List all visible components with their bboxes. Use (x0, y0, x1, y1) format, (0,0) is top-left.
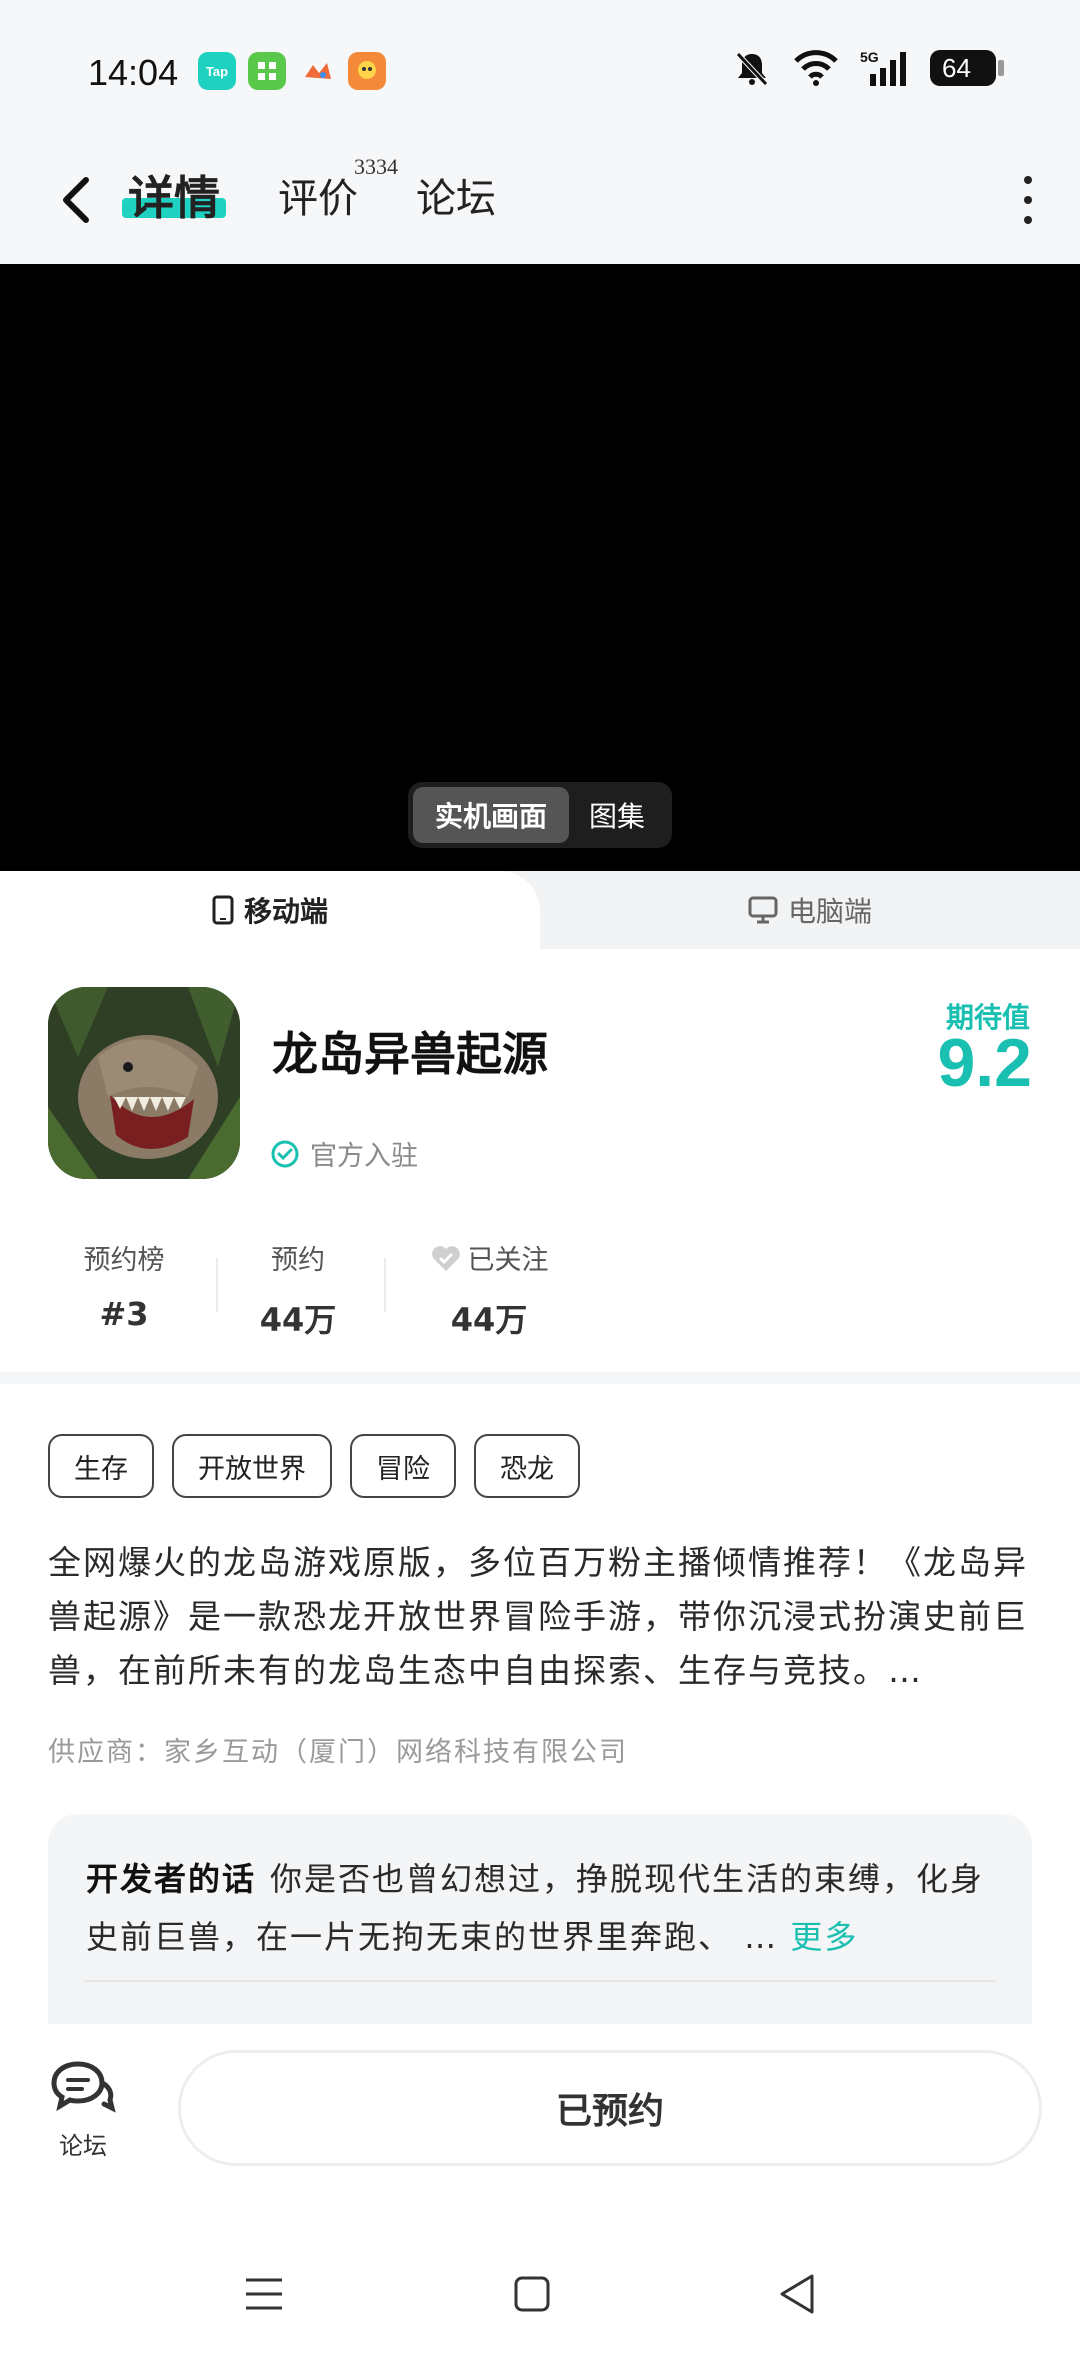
developer-note-label: 开发者的话 (86, 1860, 257, 1898)
section-separator (0, 1372, 1080, 1384)
tab-mobile[interactable]: 移动端 (0, 871, 540, 949)
game-description[interactable]: 全网爆火的龙岛游戏原版，多位百万粉主播倾情推荐！《龙岛异兽起源》是一款恐龙开放世… (48, 1536, 1038, 1698)
forum-label: 论坛 (59, 2132, 107, 2160)
stat-reserve-rank[interactable]: 预约榜 #3 (74, 1238, 174, 1333)
supplier-info: 供应商：家乡互动（厦门）网络科技有限公司 (48, 1737, 628, 1768)
game-app-icon (298, 52, 336, 90)
game-title: 龙岛异兽起源 (272, 1027, 548, 1081)
tab-mobile-label: 移动端 (243, 895, 328, 928)
back-nav-button[interactable] (768, 2264, 828, 2324)
stat-followed[interactable]: 已关注 44万 (414, 1238, 564, 1341)
menu-icon (246, 2278, 282, 2310)
signal-5g-icon: 5G (860, 49, 906, 86)
back-triangle-icon (780, 2274, 814, 2314)
platform-tabs: 移动端 电脑端 (0, 871, 1080, 949)
more-options-button[interactable] (1016, 170, 1040, 230)
tag-list: 生存 开放世界 冒险 恐龙 (48, 1434, 580, 1498)
developer-note-card[interactable]: 开发者的话 你是否也曾幻想过，挣脱现代生活的束缚，化身史前巨兽，在一片无拘无束的世… (48, 1814, 1032, 2024)
stat-label: 预约 (271, 1245, 325, 1276)
tab-pc[interactable]: 电脑端 (540, 871, 1080, 949)
tag-survival[interactable]: 生存 (48, 1434, 154, 1498)
status-indicators: 5G 64 (732, 48, 1004, 88)
points-app-icon (348, 52, 386, 90)
status-app-icons: Tap (198, 52, 386, 90)
game-icon[interactable] (48, 987, 240, 1179)
home-square-icon (514, 2276, 550, 2312)
mute-bell-icon (736, 52, 768, 86)
forum-button[interactable]: 论坛 (48, 2058, 118, 2161)
tag-dinosaur[interactable]: 恐龙 (474, 1434, 580, 1498)
stat-value: #3 (99, 1295, 149, 1333)
media-switch: 实机画面 图集 (408, 782, 672, 848)
stat-value: 44万 (259, 1301, 337, 1339)
status-bar: 14:04 Tap 5G 64 (0, 0, 1080, 140)
verified-check-icon (271, 1140, 299, 1167)
status-time: 14:04 (88, 52, 179, 93)
taptap-icon: Tap (198, 52, 236, 90)
heart-icon (431, 1245, 460, 1271)
divider (84, 1980, 996, 1982)
media-switch-gameplay[interactable]: 实机画面 (413, 787, 569, 843)
reserved-button[interactable]: 已预约 (178, 2050, 1042, 2166)
phone-icon (212, 895, 234, 925)
tag-open-world[interactable]: 开放世界 (172, 1434, 332, 1498)
svg-text:5G: 5G (860, 49, 879, 65)
divider (216, 1258, 218, 1312)
app-store-icon (248, 52, 286, 90)
bottom-action-bar: 论坛 已预约 (0, 2024, 1080, 2224)
back-button[interactable] (52, 170, 100, 230)
tab-reviews[interactable]: 评价 (278, 166, 358, 224)
more-link[interactable]: 更多 (790, 1918, 858, 1956)
stat-label: 预约榜 (83, 1245, 165, 1276)
menu-nav-button[interactable] (234, 2264, 294, 2324)
expectation-score: 9.2 (937, 1025, 1032, 1101)
back-arrow-icon (63, 177, 89, 223)
tab-forum[interactable]: 论坛 (416, 166, 496, 224)
stat-label-followed: 已关注 (414, 1238, 564, 1277)
review-count: 3334 (354, 154, 398, 179)
official-label: 官方入驻 (310, 1141, 418, 1172)
battery-indicator: 64 (930, 50, 1004, 86)
official-badge: 官方入驻 (270, 1134, 418, 1173)
wifi-icon (794, 50, 838, 86)
stat-reservations: 预约 44万 (248, 1238, 348, 1341)
divider (384, 1258, 386, 1312)
top-nav: 详情 评价 3334 论坛 (0, 140, 1080, 264)
home-nav-button[interactable] (502, 2264, 562, 2324)
tag-adventure[interactable]: 冒险 (350, 1434, 456, 1498)
media-player[interactable]: 实机画面 图集 (0, 264, 1080, 871)
monitor-icon (748, 896, 778, 924)
media-switch-gallery[interactable]: 图集 (569, 787, 665, 843)
tab-details[interactable]: 详情 (128, 162, 220, 228)
system-nav-bar (0, 2224, 1080, 2373)
developer-note: 开发者的话 你是否也曾幻想过，挣脱现代生活的束缚，化身史前巨兽，在一片无拘无束的世… (86, 1850, 996, 1966)
tab-pc-label: 电脑端 (787, 895, 872, 928)
stat-value: 44万 (450, 1301, 528, 1339)
forum-chat-icon (51, 2061, 116, 2113)
